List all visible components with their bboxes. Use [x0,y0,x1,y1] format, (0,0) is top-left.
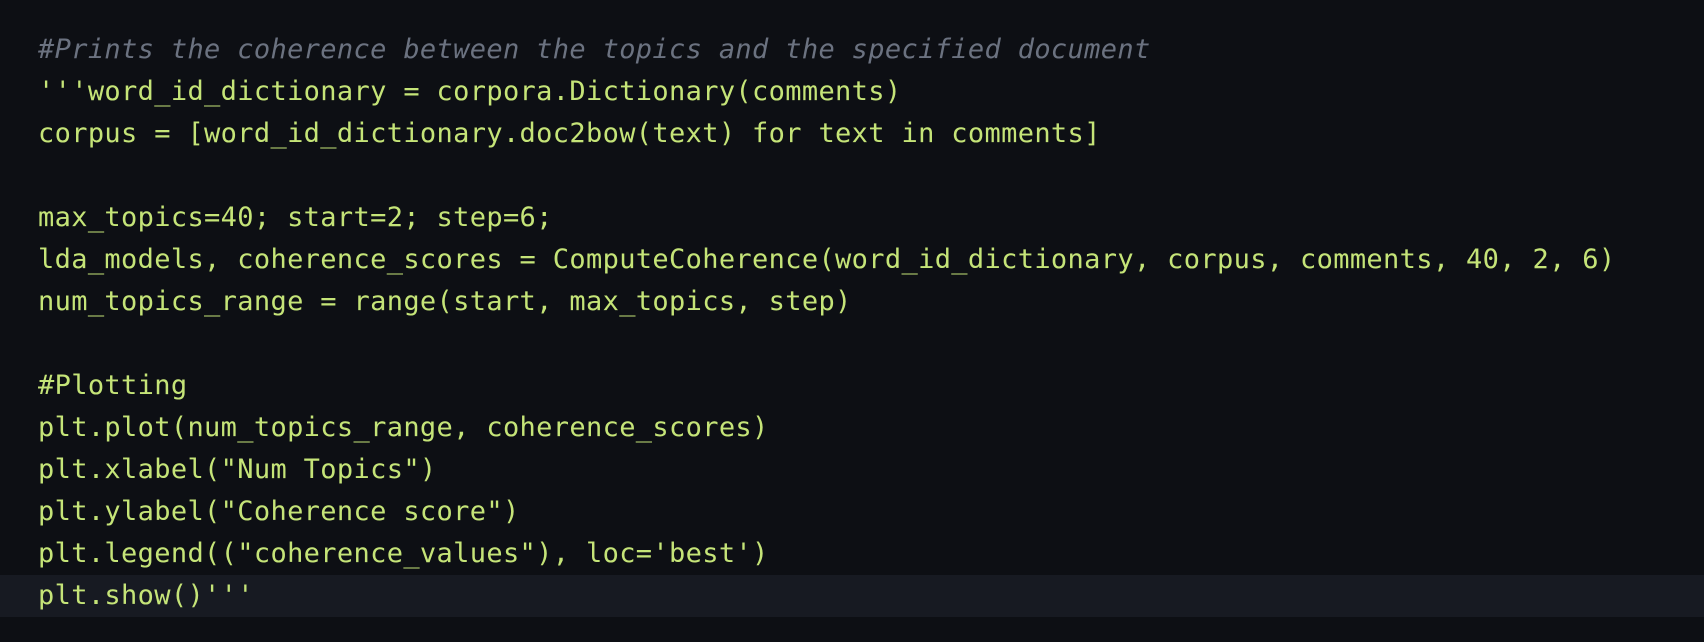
code-line-5: max_topics=40; start=2; step=6; [38,202,553,233]
code-line-3: corpus = [word_id_dictionary.doc2bow(tex… [38,118,1101,149]
code-line-13: plt.legend(("coherence_values"), loc='be… [38,538,769,569]
code-line-7: num_topics_range = range(start, max_topi… [38,286,852,317]
code-line-11: plt.xlabel("Num Topics") [38,454,437,485]
code-line-10: plt.plot(num_topics_range, coherence_sco… [38,412,769,443]
code-line-9: #Plotting [38,370,188,401]
code-line-12: plt.ylabel("Coherence score") [38,496,520,527]
code-editor[interactable]: #Prints the coherence between the topics… [0,0,1704,642]
code-line-1: #Prints the coherence between the topics… [38,34,1151,65]
code-line-6: lda_models, coherence_scores = ComputeCo… [38,244,1616,275]
code-line-14-current[interactable]: plt.show()''' [0,575,1704,617]
code-block[interactable]: #Prints the coherence between the topics… [0,29,1704,617]
code-line-2: '''word_id_dictionary = corpora.Dictiona… [38,76,902,107]
